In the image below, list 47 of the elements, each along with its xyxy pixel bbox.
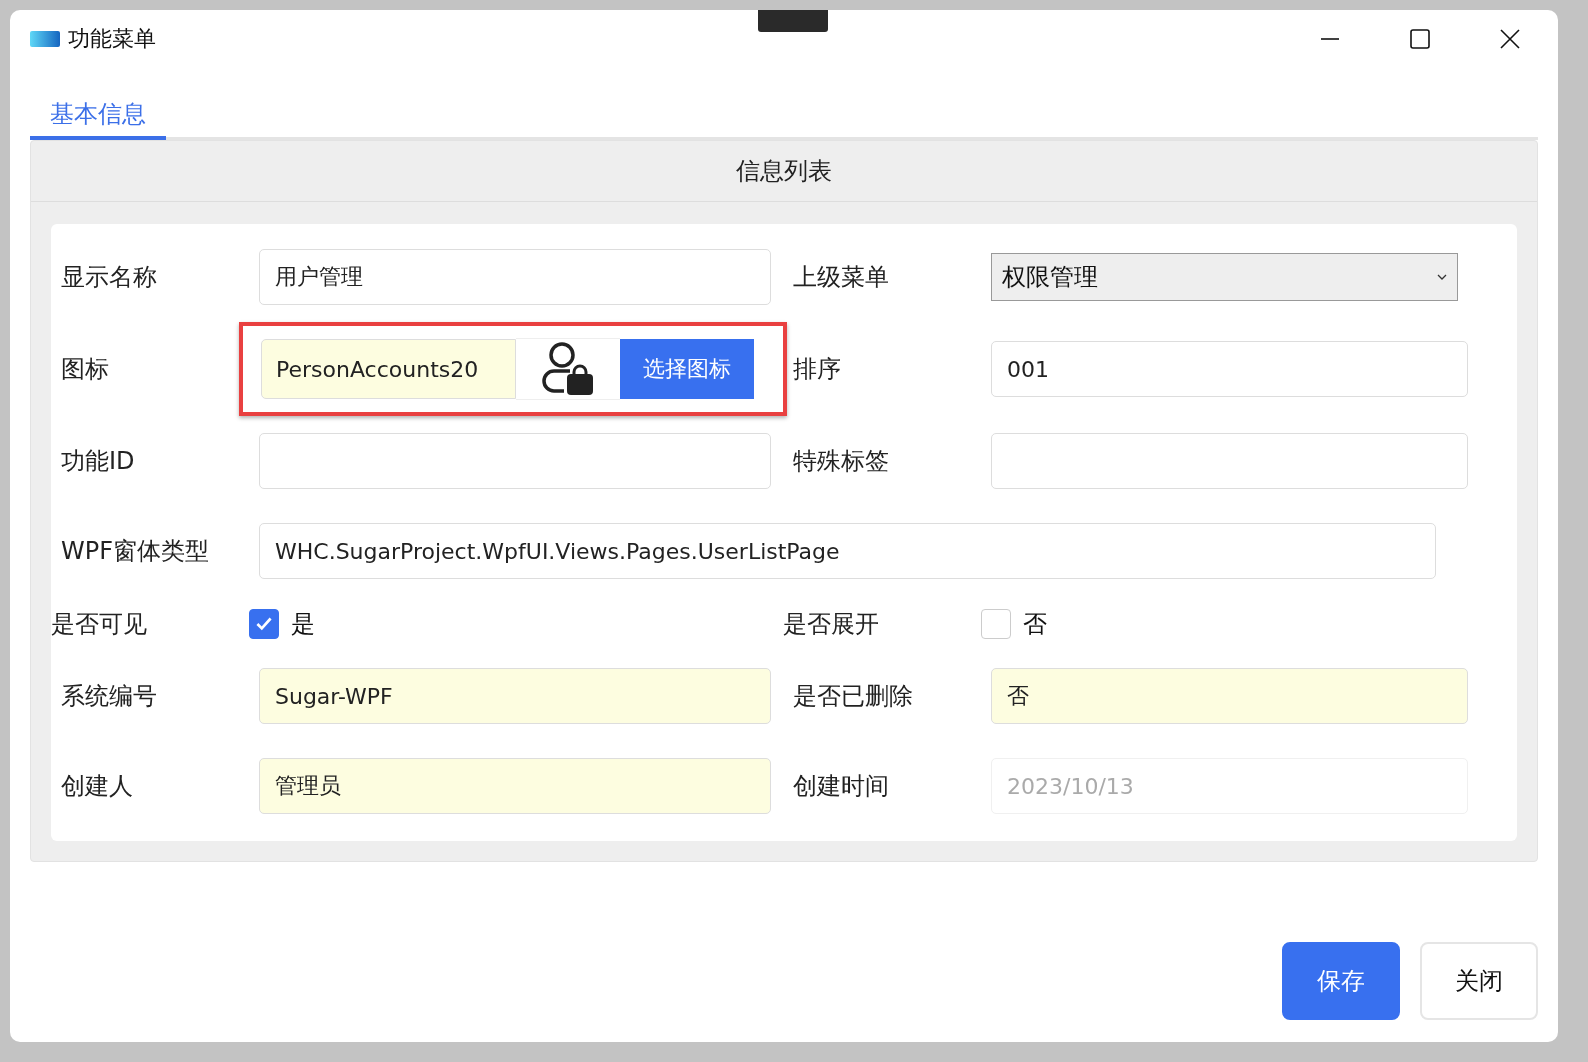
- app-icon: [30, 31, 60, 47]
- input-field[interactable]: 001: [991, 341, 1468, 397]
- field-label: 是否可见: [51, 608, 148, 640]
- input-field[interactable]: 管理员: [259, 758, 771, 814]
- input-field[interactable]: 否: [991, 668, 1468, 724]
- field-label: 是否展开: [783, 608, 880, 640]
- field-value: 管理员: [275, 772, 341, 800]
- field-label: 功能ID: [60, 446, 136, 477]
- chevron-down-icon: [1437, 274, 1447, 280]
- field-value: 否: [1007, 682, 1029, 710]
- section-title: 信息列表: [736, 156, 832, 187]
- drag-handle-icon[interactable]: [758, 10, 828, 32]
- checkbox-label: 否: [1023, 608, 1047, 640]
- field-label: 显示名称: [60, 262, 158, 293]
- window-title: 功能菜单: [68, 25, 156, 53]
- dropdown-value: 权限管理: [1002, 262, 1098, 293]
- input-field[interactable]: 用户管理: [259, 249, 771, 305]
- field-value: 001: [1007, 356, 1049, 382]
- field-label: WPF窗体类型: [60, 536, 210, 567]
- checkbox[interactable]: [249, 608, 279, 639]
- save-button[interactable]: 保存: [1282, 942, 1400, 1020]
- input-field[interactable]: WHC.SugarProject.WpfUI.Views.Pages.UserListPage: [259, 523, 1436, 579]
- field-label: 图标: [60, 354, 110, 385]
- dropdown[interactable]: 权限管理: [991, 253, 1458, 301]
- select-icon-button[interactable]: 选择图标: [620, 339, 754, 399]
- input-field[interactable]: [259, 433, 771, 489]
- field-label: 系统编号: [60, 681, 158, 712]
- field-value: 用户管理: [275, 263, 363, 291]
- input-field[interactable]: [991, 433, 1468, 489]
- field-label: 排序: [792, 354, 842, 385]
- input-field[interactable]: Sugar-WPF: [259, 668, 771, 724]
- input-field[interactable]: PersonAccounts20: [261, 339, 516, 399]
- checkbox-label: 是: [291, 608, 315, 640]
- field-label: 特殊标签: [792, 446, 890, 477]
- field-value: 2023/10/13: [1007, 773, 1134, 799]
- field-label: 创建时间: [792, 771, 890, 802]
- field-label: 上级菜单: [792, 262, 890, 293]
- maximize-icon[interactable]: [1410, 29, 1430, 49]
- field-value: Sugar-WPF: [275, 683, 393, 709]
- close-button[interactable]: 关闭: [1420, 942, 1538, 1020]
- close-icon[interactable]: [1500, 29, 1520, 49]
- person-lock-icon: [540, 341, 596, 397]
- field-value: WHC.SugarProject.WpfUI.Views.Pages.UserListPage: [275, 538, 840, 564]
- checkbox[interactable]: [981, 608, 1011, 639]
- field-label: 创建人: [60, 771, 134, 802]
- field-label: 是否已删除: [792, 681, 914, 712]
- field-value: PersonAccounts20: [276, 356, 479, 382]
